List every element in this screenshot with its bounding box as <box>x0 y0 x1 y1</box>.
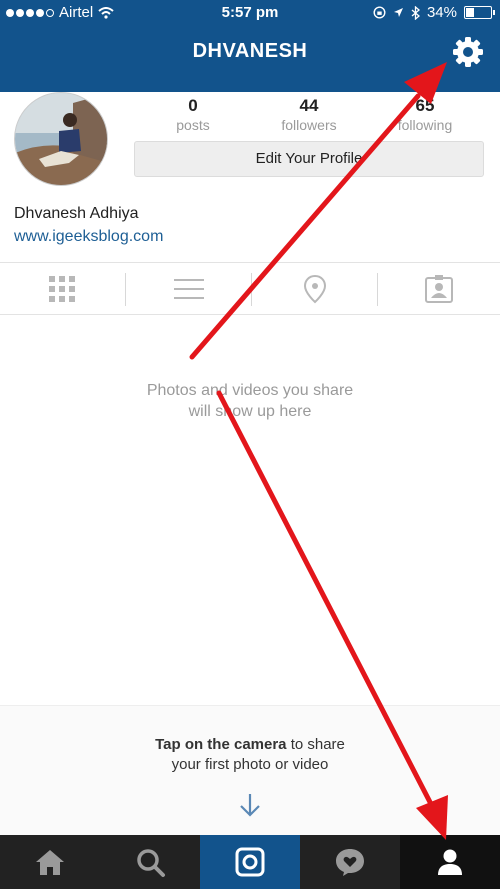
tab-divider <box>251 273 252 306</box>
grid-icon[interactable] <box>46 273 78 305</box>
list-icon[interactable] <box>172 273 206 305</box>
location-pin-icon[interactable] <box>299 273 331 305</box>
battery-icon <box>464 6 495 19</box>
location-arrow-icon <box>393 8 403 17</box>
posts-count: 0 <box>188 96 198 115</box>
followers-count: 44 <box>299 96 319 115</box>
rotation-lock-icon <box>373 6 386 19</box>
profile-view-tabs <box>0 262 500 315</box>
arrow-down-icon <box>240 794 260 817</box>
camera-icon <box>235 847 265 877</box>
tab-divider <box>125 273 126 306</box>
followers-stat[interactable]: 44 followers <box>254 96 364 133</box>
edit-profile-button[interactable]: Edit Your Profile <box>134 141 484 177</box>
top-bar: Airtel 5:57 pm 34% DHVANESH <box>0 0 500 92</box>
tab-profile[interactable] <box>400 835 500 889</box>
status-bar: Airtel 5:57 pm 34% <box>0 0 500 26</box>
posts-stat[interactable]: 0 posts <box>138 96 248 133</box>
home-icon <box>36 850 64 875</box>
tab-search[interactable] <box>100 835 200 889</box>
bottom-tab-bar <box>0 835 500 889</box>
following-count: 65 <box>415 96 435 115</box>
followers-label: followers <box>281 117 337 133</box>
profile-icon <box>438 849 462 875</box>
search-icon <box>137 849 165 877</box>
activity-heart-icon <box>336 849 364 876</box>
following-label: following <box>397 117 453 133</box>
empty-state-line-2: will show up here <box>188 403 312 420</box>
gear-icon[interactable] <box>452 36 484 68</box>
tagged-photo-icon[interactable] <box>423 273 455 305</box>
tab-camera[interactable] <box>200 835 300 889</box>
following-stat[interactable]: 65 following <box>370 96 480 133</box>
tab-activity[interactable] <box>300 835 400 889</box>
profile-website-link[interactable]: www.igeeksblog.com <box>14 228 163 246</box>
page-title: DHVANESH <box>192 40 308 62</box>
empty-state-message: Photos and videos you share will show up… <box>0 380 500 422</box>
bluetooth-icon <box>411 5 420 20</box>
tab-home[interactable] <box>0 835 100 889</box>
camera-prompt-rest: to share <box>286 736 345 753</box>
empty-state-line-1: Photos and videos you share <box>146 382 354 399</box>
battery-percent: 34% <box>426 4 457 21</box>
camera-prompt-bold: Tap on the camera <box>155 736 287 753</box>
camera-prompt-line-2: your first photo or video <box>171 756 329 773</box>
posts-label: posts <box>176 117 210 133</box>
camera-prompt-text: Tap on the camera to share your first ph… <box>0 735 500 775</box>
avatar[interactable] <box>14 92 108 186</box>
profile-full-name: Dhvanesh Adhiya <box>14 205 139 222</box>
tab-divider <box>377 273 378 306</box>
